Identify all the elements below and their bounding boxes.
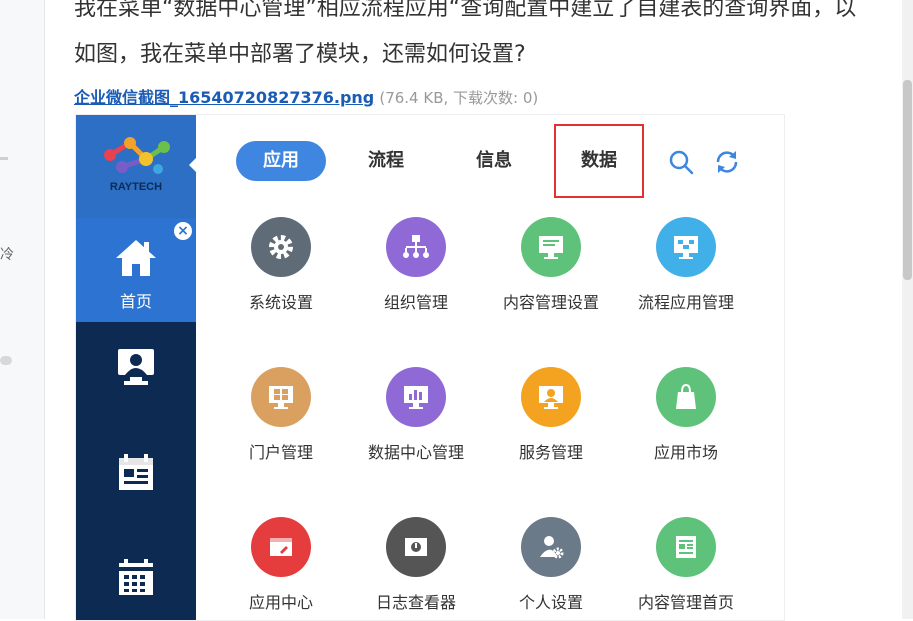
app-tile-label: 门户管理 — [248, 443, 313, 462]
app-tile-org-management[interactable]: 组织管理 — [346, 217, 486, 313]
sidebar-item-home[interactable]: × 首页 — [76, 218, 196, 322]
attachment-link[interactable]: 企业微信截图_16540720827376.png — [74, 88, 374, 107]
flow-monitor-icon — [656, 217, 716, 277]
app-tile-system-settings[interactable]: 系统设置 — [211, 217, 351, 313]
portal-icon — [251, 367, 311, 427]
app-tile-label: 流程应用管理 — [637, 293, 734, 312]
shopping-bag-icon — [656, 367, 716, 427]
app-tile-app-center[interactable]: 应用中心 — [211, 517, 351, 613]
app-tile-datacenter-management[interactable]: 数据中心管理 — [346, 367, 486, 463]
app-sidebar: RAYTECH × 首页 — [76, 115, 197, 620]
question-text: 我在菜单“数据中心管理”相应流程应用“查询配置中建立了自建表的查询界面，以 如图… — [74, 0, 856, 78]
left-gutter: 冷 — [0, 0, 45, 619]
tab-data[interactable]: 数据 — [554, 124, 644, 198]
search-icon[interactable] — [668, 149, 694, 175]
app-tile-label: 内容管理首页 — [637, 593, 734, 612]
raytech-logo: RAYTECH — [76, 115, 197, 218]
app-tabs: 应用 流程 信息 数据 — [196, 115, 784, 210]
app-tile-flow-management[interactable]: 流程应用管理 — [616, 217, 756, 313]
refresh-icon[interactable] — [714, 149, 740, 175]
app-tile-content-settings[interactable]: 内容管理设置 — [481, 217, 621, 313]
app-tile-label: 内容管理设置 — [502, 293, 599, 312]
service-icon — [521, 367, 581, 427]
tab-info[interactable]: 信息 — [454, 141, 534, 181]
home-label: 首页 — [119, 292, 152, 311]
user-gear-icon — [521, 517, 581, 577]
app-tile-label: 应用中心 — [248, 593, 313, 612]
user-monitor-icon[interactable] — [116, 347, 156, 387]
app-tile-label: 服务管理 — [518, 443, 583, 462]
gear-icon — [251, 217, 311, 277]
logo-graphic-icon — [104, 137, 170, 174]
app-tile-label: 组织管理 — [383, 293, 448, 312]
gutter-pill — [0, 356, 12, 365]
app-tile-content-home[interactable]: 内容管理首页 — [616, 517, 756, 613]
app-tile-log-viewer[interactable]: 日志查看器 — [346, 517, 486, 613]
org-chart-icon — [386, 217, 446, 277]
gutter-mark — [0, 157, 8, 160]
attachment-image[interactable]: RAYTECH × 首页 应用 流程 信息 数据 系统设置 组织管理 内容管理设… — [75, 114, 785, 621]
app-tile-label: 数据中心管理 — [367, 443, 464, 462]
page-scrollbar[interactable] — [902, 0, 913, 619]
calendar-list-icon[interactable] — [116, 452, 156, 492]
tab-flow[interactable]: 流程 — [346, 141, 426, 181]
monitor-icon — [521, 217, 581, 277]
log-icon — [386, 517, 446, 577]
close-icon[interactable]: × — [174, 222, 192, 240]
app-tile-app-market[interactable]: 应用市场 — [616, 367, 756, 463]
app-tile-personal-settings[interactable]: 个人设置 — [481, 517, 621, 613]
calendar-icon[interactable] — [116, 557, 156, 597]
document-icon — [656, 517, 716, 577]
app-tile-label: 个人设置 — [518, 593, 583, 612]
app-tile-label: 系统设置 — [248, 293, 313, 312]
home-icon — [116, 240, 156, 276]
app-tile-portal-management[interactable]: 门户管理 — [211, 367, 351, 463]
attachment-row: 企业微信截图_16540720827376.png (76.4 KB, 下载次数… — [74, 84, 538, 108]
scrollbar-thumb[interactable] — [903, 80, 912, 280]
question-line-2: 如图，我在菜单中部署了模块，还需如何设置? — [74, 42, 526, 67]
gutter-text: 冷 — [0, 247, 14, 263]
app-tile-label: 日志查看器 — [375, 593, 456, 612]
tab-apps[interactable]: 应用 — [236, 141, 326, 181]
app-tile-service-management[interactable]: 服务管理 — [481, 367, 621, 463]
logo-text: RAYTECH — [109, 181, 163, 193]
chart-monitor-icon — [386, 367, 446, 427]
app-tile-label: 应用市场 — [653, 443, 718, 462]
attachment-meta: (76.4 KB, 下载次数: 0) — [379, 89, 539, 107]
app-window-icon — [251, 517, 311, 577]
question-line-1: 我在菜单“数据中心管理”相应流程应用“查询配置中建立了自建表的查询界面，以 — [74, 0, 857, 21]
